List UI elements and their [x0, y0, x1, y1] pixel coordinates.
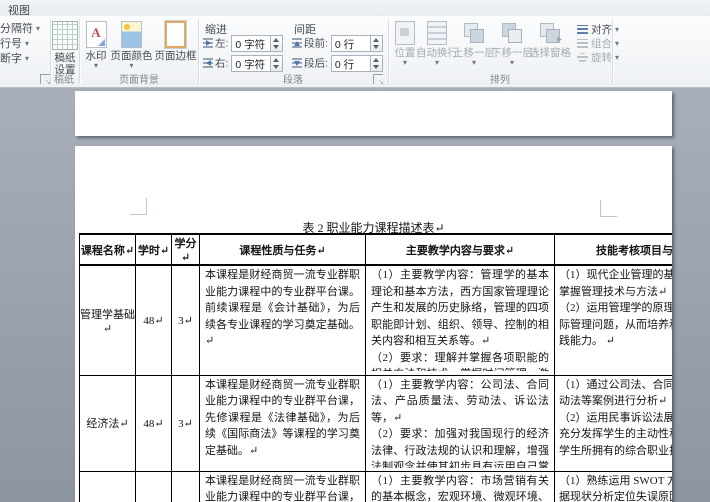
manuscript-group-label: 稿纸 — [50, 71, 78, 86]
cell-hours[interactable] — [136, 471, 172, 502]
previous-page-bottom[interactable] — [75, 91, 672, 136]
cell-assessment[interactable]: （1）现代企业管理的基本原掌握管理技术与方法↵（2）运用管理学的原理和方际管理问… — [555, 265, 673, 375]
table-row: 管理学基础↵ 48↵ 3↵ 本课程是财经商贸一流专业群职业能力课程中的专业群平台… — [80, 265, 673, 375]
spin-up-icon[interactable] — [373, 38, 379, 42]
arrange-group-label: 排列 — [388, 71, 612, 86]
table-header-row: 课程名称↵ 学时↵ 学分↵ 课程性质与任务↵ 主要教学内容与要求↵ 技能考核项目… — [80, 234, 673, 265]
spin-down-icon[interactable] — [273, 45, 279, 49]
indent-left-stepper[interactable] — [271, 35, 283, 52]
cell-assessment[interactable]: （1）熟练运用 SWOT 方法进据现状分析定位失误原因并 — [555, 471, 673, 502]
spacing-before-input[interactable]: 0 行 — [331, 35, 371, 52]
align-icon — [577, 25, 588, 34]
page-borders-icon — [165, 21, 186, 48]
cell-content[interactable]: （1）主要教学内容：管理学的基本理论和基本方法，西方国家管理理论产生和发展的历史… — [366, 265, 555, 375]
header-hours[interactable]: 学时↵ — [136, 234, 172, 265]
cell-credits[interactable] — [172, 471, 200, 502]
rotate-icon — [577, 53, 588, 62]
cell-hours[interactable]: 48↵ — [136, 375, 172, 471]
cell-credits[interactable]: 3↵ — [172, 375, 200, 471]
cell-content[interactable]: （1）主要教学内容：公司法、合同法、产品质量法、劳动法、诉讼法等，↵（2）要求：… — [366, 375, 555, 471]
spin-up-icon[interactable] — [273, 58, 279, 62]
line-numbers-button[interactable]: 行号▾ — [0, 35, 29, 49]
cell-nature[interactable]: 本课程是财经商贸一流专业群职业能力课程中的专业群平台课，先修课程是《法律基础》，… — [200, 375, 366, 471]
spacing-before-stepper[interactable] — [371, 35, 383, 52]
chevron-down-icon: ▾ — [109, 62, 154, 70]
spin-down-icon[interactable] — [373, 45, 379, 49]
page-color-icon — [121, 21, 142, 48]
selection-pane-icon: ▸ — [538, 21, 562, 45]
cell-course-name[interactable]: 管理学基础↵ — [80, 265, 136, 375]
cell-credits[interactable]: 3↵ — [172, 265, 200, 375]
table-row: 本课程是财经商贸一流专业群职业能力课程中的专业群平台课，无先修课程，为 （1）主… — [80, 471, 673, 502]
indent-left-input[interactable]: 0 字符 — [231, 35, 271, 52]
watermark-icon: A — [86, 21, 107, 48]
spin-up-icon[interactable] — [373, 58, 379, 62]
header-assessment[interactable]: 技能考核项目与 — [555, 234, 673, 265]
sun-icon — [124, 24, 130, 30]
chevron-down-icon: ▾ — [25, 54, 29, 63]
position-icon — [395, 21, 415, 45]
manuscript-paper-icon — [52, 21, 78, 50]
indent-left-icon — [203, 38, 213, 48]
spacing-after-input[interactable]: 0 行 — [331, 55, 371, 72]
spin-down-icon[interactable] — [373, 65, 379, 69]
course-description-table: 课程名称↵ 学时↵ 学分↵ 课程性质与任务↵ 主要教学内容与要求↵ 技能考核项目… — [79, 233, 672, 502]
indent-right-input[interactable]: 0 字符 — [231, 55, 271, 72]
group-objects-icon — [577, 39, 588, 48]
header-course-name[interactable]: 课程名称↵ — [80, 234, 136, 265]
indent-right-stepper[interactable] — [271, 55, 283, 72]
send-backward-icon — [500, 21, 524, 45]
brush-icon — [98, 39, 105, 46]
cell-course-name[interactable] — [80, 471, 136, 502]
bring-forward-icon — [462, 21, 486, 45]
indent-right-icon — [203, 58, 213, 68]
page-background-group-label: 页面背景 — [80, 71, 198, 86]
spacing-after-icon — [292, 58, 302, 68]
cell-content[interactable]: （1）主要教学内容：市场营销有关的基本概念，宏观环境、微观环境、营销环境分析方 — [366, 471, 555, 502]
current-page[interactable]: 表 2 职业能力课程描述表↵ 课程名称↵ 学时↵ 学分↵ 课程性质与任务↵ 主要… — [75, 146, 672, 502]
spacing-before-row: 段前: 0 行 — [292, 35, 383, 52]
ribbon-tab-strip: 视图 — [0, 0, 710, 16]
indent-left-row: 左: 0 字符 — [203, 35, 283, 52]
spin-down-icon[interactable] — [273, 65, 279, 69]
chevron-down-icon: ▾ — [615, 25, 619, 34]
spacing-after-row: 段后: 0 行 — [292, 55, 383, 72]
margin-corner-mark-right — [600, 200, 617, 217]
header-content[interactable]: 主要教学内容与要求↵ — [366, 234, 555, 265]
cell-assessment[interactable]: （1）通过公司法、合同法、动法等案例进行分析↵（2）运用民事诉讼法展开模充分发挥… — [555, 375, 673, 471]
cell-hours[interactable]: 48↵ — [136, 265, 172, 375]
header-nature[interactable]: 课程性质与任务↵ — [200, 234, 366, 265]
group-divider — [612, 19, 613, 84]
launcher-arrow-icon: ↘ — [378, 79, 384, 86]
chevron-down-icon: ▾ — [25, 39, 29, 48]
paragraph-dialog-launcher[interactable]: ↘ — [373, 74, 383, 84]
spacing-before-icon — [292, 38, 302, 48]
document-area: 表 2 职业能力课程描述表↵ 课程名称↵ 学时↵ 学分↵ 课程性质与任务↵ 主要… — [0, 88, 710, 502]
breaks-button[interactable]: 分隔符▾ — [0, 20, 40, 34]
header-credits[interactable]: 学分↵ — [172, 234, 200, 265]
table-row: 经济法↵ 48↵ 3↵ 本课程是财经商贸一流专业群职业能力课程中的专业群平台课，… — [80, 375, 673, 471]
chevron-down-icon: ▾ — [615, 39, 619, 48]
chevron-down-icon: ▾ — [83, 62, 109, 70]
spin-up-icon[interactable] — [273, 38, 279, 42]
spacing-after-stepper[interactable] — [371, 55, 383, 72]
cell-course-name[interactable]: 经济法↵ — [80, 375, 136, 471]
cell-nature[interactable]: 本课程是财经商贸一流专业群职业能力课程中的专业群平台课。前续课程是《会计基础》，… — [200, 265, 366, 375]
ribbon-page-layout: 分隔符▾ 行号▾ 断字▾ ↘ 稿纸 设置 稿纸 A 水印 ▾ 页面颜色 ▾ 页面… — [0, 16, 710, 88]
hyphenation-button[interactable]: 断字▾ — [0, 50, 29, 64]
cell-nature[interactable]: 本课程是财经商贸一流专业群职业能力课程中的专业群平台课，无先修课程，为 — [200, 471, 366, 502]
paragraph-group-label: 段落 — [198, 71, 388, 86]
indent-right-row: 右: 0 字符 — [203, 55, 283, 72]
page-setup-dialog-launcher[interactable]: ↘ — [40, 74, 50, 84]
margin-corner-mark-left — [130, 198, 147, 215]
chevron-down-icon: ▾ — [615, 53, 619, 62]
wrap-text-icon — [427, 21, 447, 45]
chevron-down-icon: ▾ — [36, 24, 40, 33]
